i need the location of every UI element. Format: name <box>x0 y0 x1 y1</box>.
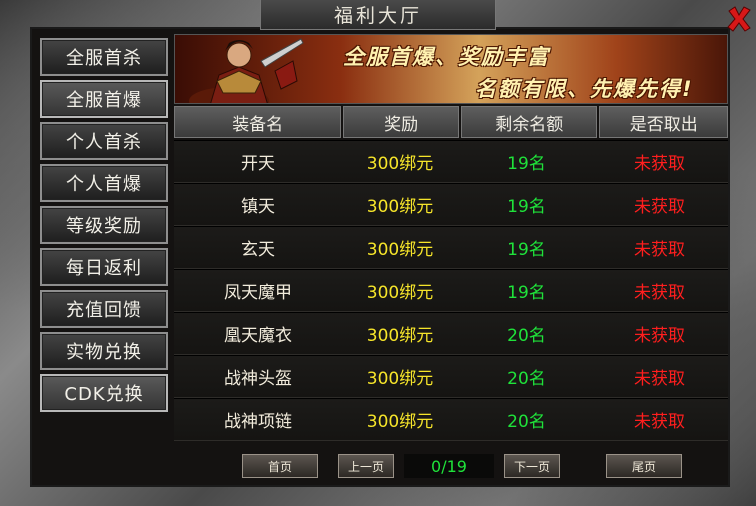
table-row: 凤天魔甲 300绑元 19名 未获取 <box>174 269 728 312</box>
header-reward: 奖励 <box>343 106 459 138</box>
claim-status: 未获取 <box>634 154 685 174</box>
sidebar-item-label: 充值回馈 <box>66 300 142 321</box>
remaining-count: 19名 <box>507 154 546 174</box>
table-row: 凰天魔衣 300绑元 20名 未获取 <box>174 312 728 355</box>
reward-value: 300绑元 <box>366 240 434 260</box>
claim-status: 未获取 <box>634 240 685 260</box>
sidebar-item-label: 全服首爆 <box>66 90 142 111</box>
window-title: 福利大厅 <box>333 5 422 27</box>
sidebar-item-daily-rebate[interactable]: 每日返利 <box>40 248 168 286</box>
equipment-name: 镇天 <box>241 197 275 217</box>
table-header: 装备名 奖励 剩余名额 是否取出 <box>174 106 728 138</box>
equipment-name: 战神头盔 <box>224 369 292 389</box>
title-bar: 福利大厅 <box>260 0 496 30</box>
claim-status: 未获取 <box>634 283 685 303</box>
remaining-count: 20名 <box>507 412 546 432</box>
sidebar-item-label: 个人首爆 <box>66 174 142 195</box>
sidebar-item-label: 全服首杀 <box>66 48 142 69</box>
remaining-count: 19名 <box>507 197 546 217</box>
page-indicator: 0/19 <box>404 454 494 478</box>
sidebar-item-personal-first-drop[interactable]: 个人首爆 <box>40 164 168 202</box>
table-body: 开天 300绑元 19名 未获取 镇天 300绑元 19名 未获取 玄天 300… <box>174 140 728 441</box>
reward-value: 300绑元 <box>366 197 434 217</box>
claim-status: 未获取 <box>634 326 685 346</box>
claim-status: 未获取 <box>634 197 685 217</box>
next-page-button[interactable]: 下一页 <box>504 454 560 478</box>
equipment-name: 凰天魔衣 <box>224 326 292 346</box>
table-row: 玄天 300绑元 19名 未获取 <box>174 226 728 269</box>
sidebar-item-label: 实物兑换 <box>66 342 142 363</box>
sidebar-item-label: 等级奖励 <box>66 216 142 237</box>
sidebar-item-label: 每日返利 <box>66 258 142 279</box>
remaining-count: 19名 <box>507 240 546 260</box>
equipment-name: 战神项链 <box>224 412 292 432</box>
table-row: 开天 300绑元 19名 未获取 <box>174 140 728 183</box>
equipment-name: 玄天 <box>241 240 275 260</box>
sidebar-item-label: CDK兑换 <box>64 384 144 405</box>
claim-status: 未获取 <box>634 369 685 389</box>
warrior-illustration <box>189 38 304 103</box>
reward-table: 装备名 奖励 剩余名额 是否取出 开天 300绑元 19名 未获取 镇天 300… <box>174 106 728 441</box>
banner-subline: 名额有限、先爆先得! <box>475 77 694 101</box>
sidebar-item-recharge-feedback[interactable]: 充值回馈 <box>40 290 168 328</box>
sidebar-item-cdk-exchange[interactable]: CDK兑换 <box>40 374 168 412</box>
sidebar-item-level-reward[interactable]: 等级奖励 <box>40 206 168 244</box>
table-row: 战神项链 300绑元 20名 未获取 <box>174 398 728 441</box>
sidebar-item-item-exchange[interactable]: 实物兑换 <box>40 332 168 370</box>
last-page-button[interactable]: 尾页 <box>606 454 682 478</box>
banner-headline: 全服首爆、奖励丰富 <box>343 45 550 69</box>
header-equipment: 装备名 <box>174 106 342 138</box>
table-row: 战神头盔 300绑元 20名 未获取 <box>174 355 728 398</box>
claim-status: 未获取 <box>634 412 685 432</box>
sidebar-item-label: 个人首杀 <box>66 132 142 153</box>
table-row: 镇天 300绑元 19名 未获取 <box>174 183 728 226</box>
sidebar-item-server-first-kill[interactable]: 全服首杀 <box>40 38 168 76</box>
reward-value: 300绑元 <box>366 369 434 389</box>
equipment-name: 凤天魔甲 <box>224 283 292 303</box>
remaining-count: 19名 <box>507 283 546 303</box>
prev-page-button[interactable]: 上一页 <box>338 454 394 478</box>
equipment-name: 开天 <box>241 154 275 174</box>
remaining-count: 20名 <box>507 326 546 346</box>
close-icon <box>727 6 751 32</box>
promo-banner: 全服首爆、奖励丰富 名额有限、先爆先得! <box>174 34 728 104</box>
sidebar: 全服首杀 全服首爆 个人首杀 个人首爆 等级奖励 每日返利 充值回馈 实物兑换 … <box>40 38 170 416</box>
header-claimed: 是否取出 <box>599 106 728 138</box>
reward-value: 300绑元 <box>366 326 434 346</box>
remaining-count: 20名 <box>507 369 546 389</box>
sidebar-item-server-first-drop[interactable]: 全服首爆 <box>40 80 168 118</box>
reward-value: 300绑元 <box>366 283 434 303</box>
close-button[interactable] <box>724 4 754 34</box>
reward-value: 300绑元 <box>366 412 434 432</box>
first-page-button[interactable]: 首页 <box>242 454 318 478</box>
sidebar-item-personal-first-kill[interactable]: 个人首杀 <box>40 122 168 160</box>
reward-value: 300绑元 <box>366 154 434 174</box>
pagination: 首页 上一页 0/19 下一页 尾页 <box>174 448 728 488</box>
header-remaining: 剩余名额 <box>460 106 598 138</box>
